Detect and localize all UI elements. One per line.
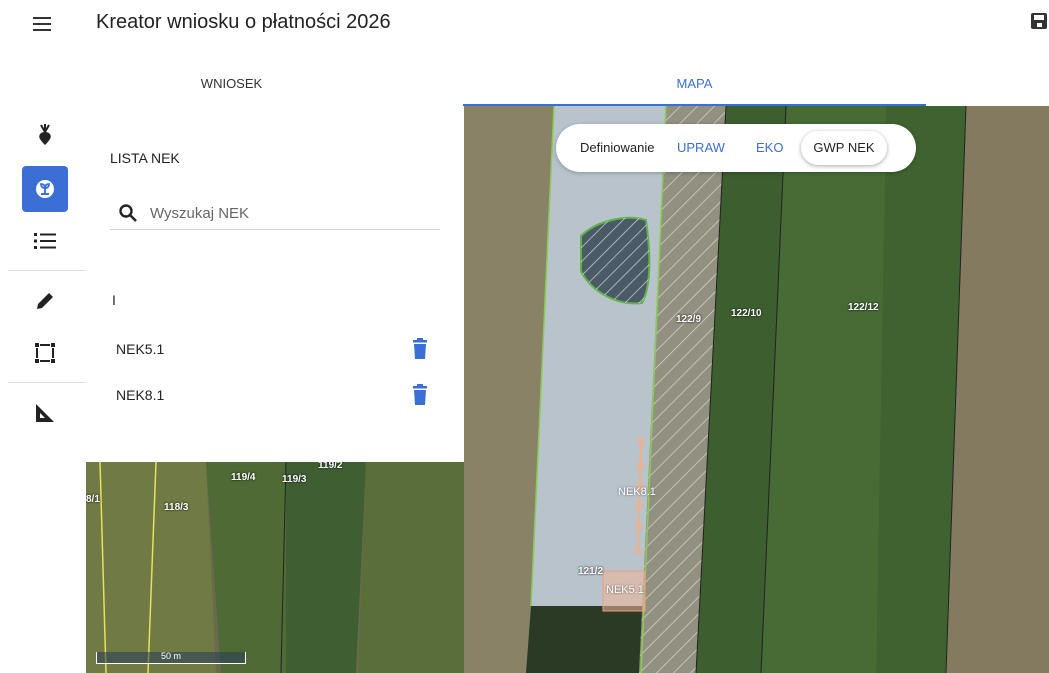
delete-icon[interactable]: [410, 338, 430, 360]
group-label: I: [112, 292, 116, 308]
delete-icon[interactable]: [410, 384, 430, 406]
tool-crops[interactable]: [22, 112, 68, 158]
nek-item-label[interactable]: NEK5.1: [116, 341, 164, 357]
toolbar-divider: [8, 382, 86, 383]
scale-bar: 50 m: [96, 651, 246, 664]
parcel-label: 121/2: [578, 566, 604, 577]
parcel-label: 122/9: [676, 314, 702, 325]
search-box: [110, 198, 440, 230]
tab-mapa[interactable]: MAPA: [463, 62, 926, 106]
search-icon: [119, 204, 137, 222]
side-toolbar: [0, 106, 86, 673]
panel-title: LISTA NEK: [110, 150, 180, 166]
beet-icon: [39, 124, 51, 145]
tool-draw[interactable]: [22, 278, 68, 324]
page-title: Kreator wniosku o płatności 2026: [96, 11, 391, 33]
list-item[interactable]: NEK8.1: [116, 384, 436, 408]
list-item[interactable]: NEK5.1: [116, 338, 436, 362]
pencil-icon: [37, 293, 53, 309]
tab-bar-filler: [926, 62, 1049, 106]
tool-list[interactable]: [22, 218, 68, 264]
tool-nek[interactable]: [22, 166, 68, 212]
tab-bar: WNIOSEK MAPA: [0, 62, 1049, 106]
tool-select-area[interactable]: [22, 330, 68, 376]
parcel-label: 122/12: [848, 302, 879, 313]
list-icon: [34, 233, 56, 249]
parcel-label: 8/1: [86, 494, 100, 505]
mode-prefix-label: Definiowanie: [580, 140, 655, 155]
mode-switcher: Definiowanie UPRAW EKO GWP NEK: [556, 124, 916, 172]
mode-gwp-nek-button[interactable]: GWP NEK: [801, 131, 887, 165]
save-icon[interactable]: [1030, 12, 1049, 36]
ruler-triangle-icon: [36, 404, 54, 422]
parcel-label: 119/4: [231, 472, 256, 483]
parcel-label: 122/10: [731, 308, 762, 319]
parcel-label: 119/3: [282, 474, 307, 485]
plant-badge-icon: [36, 180, 54, 198]
tab-wniosek[interactable]: WNIOSEK: [0, 62, 463, 106]
menu-icon[interactable]: [30, 13, 54, 37]
search-input[interactable]: [150, 200, 430, 226]
parcel-label: 118/3: [164, 502, 189, 513]
nek-map-label[interactable]: NEK8.1: [618, 486, 656, 498]
nek-list-panel: LISTA NEK I NEK5.1 NEK8.1: [86, 106, 464, 462]
tool-measure[interactable]: [22, 390, 68, 436]
select-rect-icon: [35, 343, 55, 363]
nek-map-label[interactable]: NEK5.1: [606, 584, 644, 596]
mode-eko-button[interactable]: EKO: [756, 140, 783, 155]
nek-item-label[interactable]: NEK8.1: [116, 387, 164, 403]
scale-label: 50 m: [161, 651, 182, 661]
toolbar-divider: [8, 270, 86, 271]
app-header: Kreator wniosku o płatności 2026: [0, 0, 1049, 52]
mode-upraw-button[interactable]: UPRAW: [677, 140, 725, 155]
